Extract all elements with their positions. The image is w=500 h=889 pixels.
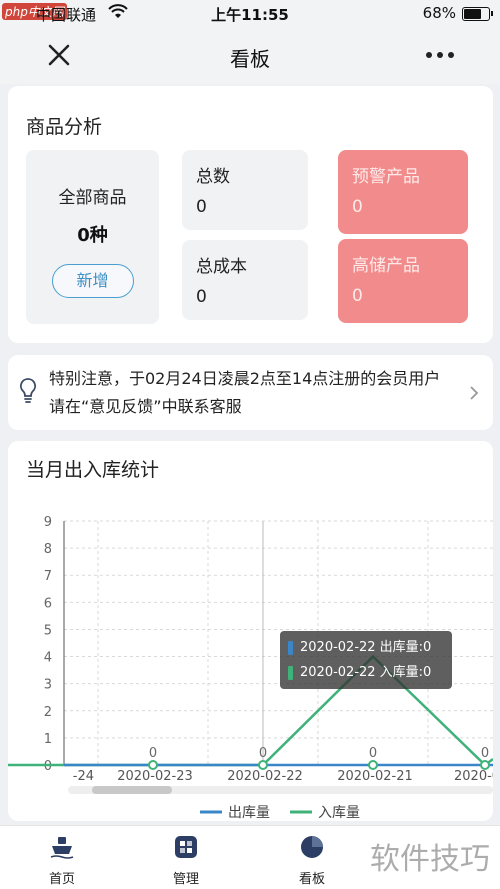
all-products-tile: 全部商品 0种 新增 (26, 150, 159, 324)
total-tile[interactable]: 总数 0 (182, 150, 308, 230)
y-tick-label: 0 (44, 759, 52, 774)
tooltip-row: 2020-02-22 出库量:0 (288, 635, 444, 660)
total-cost-label: 总成本 (196, 257, 247, 277)
data-point (480, 760, 490, 770)
section-title: 商品分析 (26, 116, 103, 138)
data-point (148, 760, 158, 770)
y-tick-label: 3 (44, 678, 52, 693)
tooltip-marker (288, 665, 293, 680)
x-tick-label: -24 (73, 769, 94, 784)
tab-bar: 首页 管理 看板 软件技巧 (0, 825, 500, 889)
tooltip-text: 2020-02-22 入库量:0 (300, 665, 432, 680)
tab-label: 管理 (172, 872, 199, 887)
tooltip-text: 2020-02-22 出库量:0 (300, 640, 432, 655)
overstock-products-label: 高储产品 (352, 256, 420, 276)
pie-chart-icon (301, 836, 323, 858)
x-tick-label: 2020-02-22 (227, 769, 303, 784)
status-bar: php中文网 中国联通 上午11:55 68% (0, 0, 500, 28)
y-tick-label: 1 (44, 732, 52, 747)
all-products-value: 0种 (77, 225, 108, 246)
overstock-products-value: 0 (352, 286, 363, 306)
warning-products-label: 预警产品 (352, 167, 420, 187)
tab-home[interactable]: 首页 (22, 834, 102, 887)
chevron-right-icon (470, 386, 479, 400)
y-tick-label: 7 (44, 569, 52, 584)
more-icon[interactable] (426, 48, 458, 62)
y-tick-label: 2 (44, 705, 52, 720)
battery-percent: 68% (422, 4, 456, 22)
overstock-products-tile[interactable]: 高储产品 0 (338, 239, 468, 323)
page-title: 看板 (230, 47, 270, 71)
overlay-watermark: 软件技巧 (370, 842, 490, 877)
total-cost-value: 0 (196, 287, 207, 307)
add-button[interactable]: 新增 (51, 264, 134, 298)
total-label: 总数 (196, 167, 230, 187)
warning-products-tile[interactable]: 预警产品 0 (338, 150, 468, 234)
tab-label: 看板 (298, 872, 325, 887)
y-tick-label: 6 (44, 596, 52, 611)
data-label: 0 (369, 746, 377, 761)
warning-products-value: 0 (352, 197, 363, 217)
all-products-label: 全部商品 (58, 188, 127, 208)
y-tick-label: 9 (44, 515, 52, 530)
x-tick-label: 2020-0 (454, 769, 493, 784)
tab-label: 首页 (48, 872, 75, 887)
chart-tooltip: 2020-02-22 出库量:0 2020-02-22 入库量:0 (280, 631, 452, 689)
y-tick-label: 4 (44, 651, 52, 666)
chart-scrollbar-thumb (92, 786, 172, 794)
total-cost-tile[interactable]: 总成本 0 (182, 240, 308, 320)
tab-manage[interactable]: 管理 (146, 834, 226, 887)
data-label: 0 (481, 746, 489, 761)
stock-chart-card: 当月出入库统计 0 1 2 3 4 5 6 7 8 9 -24 2020-02-23 2020-02-2… (8, 441, 493, 821)
x-tick-label: 2020-02-21 (337, 769, 413, 784)
notice-banner[interactable]: 特别注意，于02月24日凌晨2点至14点注册的会员用户请在“意见反馈”中联系客服 (8, 355, 493, 430)
x-tick-label: 2020-02-23 (117, 769, 193, 784)
tooltip-row: 2020-02-22 入库量:0 (288, 660, 444, 685)
battery-icon (462, 7, 493, 21)
y-tick-label: 8 (44, 542, 52, 557)
data-point (258, 760, 268, 770)
data-label: 0 (149, 746, 157, 761)
nav-bar: 看板 (0, 28, 500, 84)
y-tick-label: 5 (44, 623, 52, 638)
data-label: 0 (259, 746, 267, 761)
grid-icon (175, 836, 197, 858)
notice-text: 特别注意，于02月24日凌晨2点至14点注册的会员用户请在“意见反馈”中联系客服 (49, 369, 441, 416)
legend-label: 出库量 (228, 805, 270, 821)
tab-dashboard[interactable]: 看板 (272, 834, 352, 887)
total-value: 0 (196, 197, 207, 217)
tooltip-marker (288, 640, 293, 655)
ship-icon (50, 837, 74, 859)
legend-label: 入库量 (318, 805, 360, 821)
data-point (368, 760, 378, 770)
lightbulb-icon (20, 378, 36, 403)
product-analysis-card: 商品分析 全部商品 0种 新增 总数 0 总成本 0 预警产品 0 高储产品 0 (8, 86, 493, 343)
